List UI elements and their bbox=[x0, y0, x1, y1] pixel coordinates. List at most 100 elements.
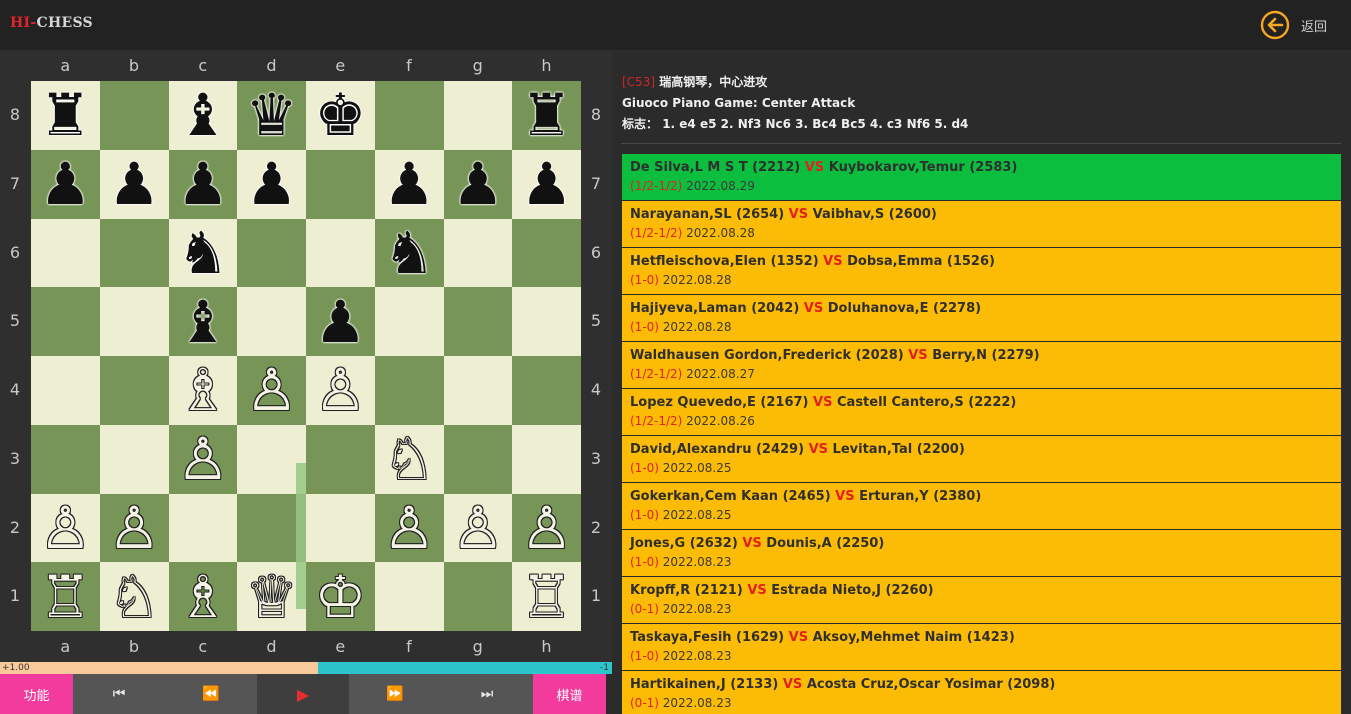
square-f8[interactable] bbox=[374, 81, 444, 150]
black-pawn-icon[interactable]: ♟ bbox=[375, 150, 444, 219]
square-e7[interactable] bbox=[306, 149, 375, 219]
white-pawn-icon[interactable]: ♙ bbox=[306, 356, 375, 425]
black-pawn-icon[interactable]: ♟ bbox=[100, 150, 169, 219]
game-row[interactable]: Narayanan,SL (2654) VS Vaibhav,S (2600)(… bbox=[622, 201, 1341, 248]
square-h3[interactable] bbox=[512, 424, 581, 494]
black-pawn-icon[interactable]: ♟ bbox=[306, 287, 375, 356]
square-a4[interactable] bbox=[31, 356, 100, 425]
square-f1[interactable] bbox=[374, 562, 444, 631]
square-b5[interactable] bbox=[99, 287, 169, 356]
rank-label-left: 5 bbox=[9, 311, 21, 331]
game-row[interactable]: De Silva,L M S T (2212) VS Kuybokarov,Te… bbox=[622, 154, 1341, 201]
black-rook-icon[interactable]: ♜ bbox=[512, 81, 581, 150]
white-queen-icon[interactable]: ♕ bbox=[237, 562, 306, 631]
black-knight-icon[interactable]: ♞ bbox=[375, 219, 444, 288]
black-king-icon[interactable]: ♚ bbox=[306, 81, 375, 150]
square-h5[interactable] bbox=[512, 287, 581, 356]
back-label: 返回 bbox=[1301, 19, 1328, 35]
square-e2[interactable] bbox=[306, 493, 375, 563]
square-h6[interactable] bbox=[512, 218, 581, 288]
black-queen-icon[interactable]: ♛ bbox=[237, 81, 306, 150]
game-result: (1-0) bbox=[630, 320, 659, 334]
black-pawn-icon[interactable]: ♟ bbox=[31, 150, 100, 219]
game-row[interactable]: Hartikainen,J (2133) VS Acosta Cruz,Osca… bbox=[622, 671, 1341, 714]
black-pawn-icon[interactable]: ♟ bbox=[444, 150, 513, 219]
game-row[interactable]: Waldhausen Gordon,Frederick (2028) VS Be… bbox=[622, 342, 1341, 389]
black-pawn-icon[interactable]: ♟ bbox=[169, 150, 238, 219]
square-e6[interactable] bbox=[306, 218, 375, 288]
top-bar: HI-CHESS 返回 bbox=[0, 0, 1351, 50]
white-bishop-icon[interactable]: ♗ bbox=[169, 562, 238, 631]
white-player: Lopez Quevedo,E (2167) bbox=[630, 395, 809, 410]
white-bishop-icon[interactable]: ♗ bbox=[169, 356, 238, 425]
function-button[interactable]: 功能 bbox=[0, 674, 73, 714]
white-rook-icon[interactable]: ♖ bbox=[31, 562, 100, 631]
app-logo[interactable]: HI-CHESS bbox=[10, 15, 93, 31]
white-knight-icon[interactable]: ♘ bbox=[375, 425, 444, 494]
game-row[interactable]: Hetfleischova,Elen (1352) VS Dobsa,Emma … bbox=[622, 248, 1341, 295]
black-player: Kuybokarov,Temur (2583) bbox=[828, 160, 1018, 175]
game-row[interactable]: Jones,G (2632) VS Dounis,A (2250) (1-0) 2… bbox=[622, 530, 1341, 577]
square-g6[interactable] bbox=[443, 218, 513, 288]
square-b8[interactable] bbox=[99, 81, 169, 150]
black-rook-icon[interactable]: ♜ bbox=[31, 81, 100, 150]
black-bishop-icon[interactable]: ♝ bbox=[169, 287, 238, 356]
play-button[interactable]: ▶ bbox=[257, 674, 349, 714]
square-g1[interactable] bbox=[443, 562, 513, 631]
next-move-button[interactable]: ⏩ bbox=[349, 674, 441, 714]
white-king-icon[interactable]: ♔ bbox=[306, 562, 375, 631]
game-row[interactable]: Hajiyeva,Laman (2042) VS Doluhanova,E (2… bbox=[622, 295, 1341, 342]
square-c2[interactable] bbox=[168, 493, 238, 563]
last-move-button[interactable]: ⏭ bbox=[441, 674, 533, 714]
file-label-top: b bbox=[128, 56, 140, 75]
white-player: Gokerkan,Cem Kaan (2465) bbox=[630, 489, 831, 504]
vs-label: VS bbox=[742, 536, 762, 551]
rank-label-left: 4 bbox=[9, 380, 21, 399]
square-b3[interactable] bbox=[99, 424, 169, 494]
game-row[interactable]: David,Alexandru (2429) VS Levitan,Tal (2… bbox=[622, 436, 1341, 483]
square-e3[interactable] bbox=[306, 424, 375, 494]
game-row[interactable]: Lopez Quevedo,E (2167) VS Castell Canter… bbox=[622, 389, 1341, 436]
white-rook-icon[interactable]: ♖ bbox=[512, 562, 581, 631]
square-d6[interactable] bbox=[237, 218, 306, 288]
file-label-bottom: f bbox=[406, 637, 412, 656]
white-pawn-icon[interactable]: ♙ bbox=[512, 494, 581, 563]
white-pawn-icon[interactable]: ♙ bbox=[444, 494, 513, 563]
white-pawn-icon[interactable]: ♙ bbox=[237, 356, 306, 425]
square-g4[interactable] bbox=[443, 356, 513, 425]
game-row[interactable]: Taskaya,Fesih (1629) VS Aksoy,Mehmet Nai… bbox=[622, 624, 1341, 671]
square-a3[interactable] bbox=[31, 424, 100, 494]
square-h4[interactable] bbox=[512, 356, 581, 425]
white-pawn-icon[interactable]: ♙ bbox=[31, 494, 100, 563]
black-bishop-icon[interactable]: ♝ bbox=[169, 81, 238, 150]
white-pawn-icon[interactable]: ♙ bbox=[100, 494, 169, 563]
file-label-top: d bbox=[266, 56, 277, 75]
square-g8[interactable] bbox=[443, 81, 513, 150]
square-f4[interactable] bbox=[374, 356, 444, 425]
black-knight-icon[interactable]: ♞ bbox=[169, 219, 238, 288]
square-g3[interactable] bbox=[443, 424, 513, 494]
square-b4[interactable] bbox=[99, 356, 169, 425]
black-pawn-icon[interactable]: ♟ bbox=[512, 150, 581, 219]
square-f5[interactable] bbox=[374, 287, 444, 356]
square-d5[interactable] bbox=[237, 287, 306, 356]
chess-board[interactable]: ♜ ♝ ♛ ♚ ♜ ♟ ♟ ♟ ♟ ♟ ♟ ♟ ♞ ♞ ♝ ♟ ♗ ♙ ♙ ♙ ♘ ♙ ♙ ♙ ♙ ♙ ♖ ♘ ♗ ♕ ♔ ♖ bbox=[31, 81, 581, 631]
black-pawn-icon[interactable]: ♟ bbox=[237, 150, 306, 219]
rank-label-left: 8 bbox=[9, 105, 21, 124]
game-record-button[interactable]: 棋谱 bbox=[533, 674, 606, 714]
game-result: (0-1) bbox=[630, 696, 659, 710]
white-pawn-icon[interactable]: ♙ bbox=[169, 425, 238, 494]
square-a5[interactable] bbox=[31, 287, 100, 356]
game-row[interactable]: Gokerkan,Cem Kaan (2465) VS Erturan,Y (2… bbox=[622, 483, 1341, 530]
square-g5[interactable] bbox=[443, 287, 513, 356]
back-button[interactable]: 返回 bbox=[1260, 10, 1327, 40]
first-move-button[interactable]: ⏮ bbox=[73, 674, 165, 714]
white-knight-icon[interactable]: ♘ bbox=[100, 562, 169, 631]
game-players: Hartikainen,J (2133) VS Acosta Cruz,Osca… bbox=[630, 676, 1333, 694]
square-b6[interactable] bbox=[99, 218, 169, 288]
game-players: David,Alexandru (2429) VS Levitan,Tal (2… bbox=[630, 441, 1333, 459]
previous-move-button[interactable]: ⏪ bbox=[165, 674, 257, 714]
square-a6[interactable] bbox=[31, 218, 100, 288]
game-row[interactable]: Kropff,R (2121) VS Estrada Nieto,J (2260… bbox=[622, 577, 1341, 624]
white-pawn-icon[interactable]: ♙ bbox=[375, 494, 444, 563]
